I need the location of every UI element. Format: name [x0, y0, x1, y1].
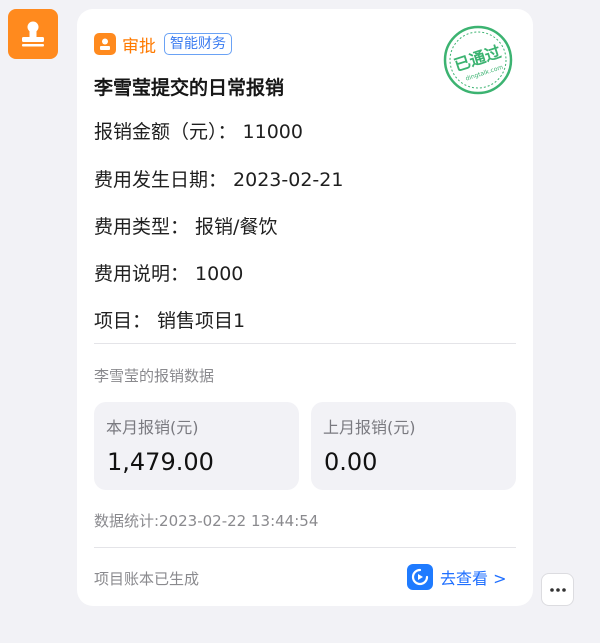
field-type: 费用类型： 报销/餐饮 [94, 216, 278, 238]
stats-timestamp: 数据统计:2023-02-22 13:44:54 [94, 512, 319, 530]
message-title: 李雪莹提交的日常报销 [94, 77, 285, 99]
field-description: 费用说明： 1000 [94, 263, 244, 285]
approval-avatar[interactable] [8, 9, 58, 59]
field-amount: 报销金额（元）： 11000 [94, 121, 303, 143]
last-month-stat: 上月报销(元) 0.00 [311, 402, 516, 490]
card-header: 审批 智能财务 [94, 32, 232, 57]
more-dots-icon [549, 587, 566, 592]
approval-icon [94, 33, 116, 55]
approval-stamp-icon [22, 21, 44, 47]
ledger-status: 项目账本已生成 [94, 570, 200, 588]
category-tag: 智能财务 [164, 33, 232, 55]
field-project: 项目： 销售项目1 [94, 310, 246, 332]
last-month-value: 0.00 [324, 448, 378, 476]
this-month-stat: 本月报销(元) 1,479.00 [94, 402, 299, 490]
approved-stamp: 已通过 dingtalk.com [443, 25, 513, 95]
divider [94, 547, 516, 548]
approval-message-card[interactable]: 审批 智能财务 已通过 dingtalk.com 李雪莹提交的日常报销 报销金额… [77, 9, 533, 606]
this-month-label: 本月报销(元) [106, 418, 199, 437]
view-link[interactable]: 去查看 > [407, 564, 507, 590]
dingtalk-icon [407, 564, 433, 590]
view-link-label: 去查看 > [440, 569, 507, 588]
app-name: 审批 [122, 36, 156, 57]
stats-section-title: 李雪莹的报销数据 [94, 367, 215, 385]
this-month-value: 1,479.00 [107, 448, 214, 476]
divider [94, 343, 516, 344]
field-date: 费用发生日期： 2023-02-21 [94, 169, 344, 191]
last-month-label: 上月报销(元) [323, 418, 416, 437]
more-button[interactable] [541, 573, 574, 606]
